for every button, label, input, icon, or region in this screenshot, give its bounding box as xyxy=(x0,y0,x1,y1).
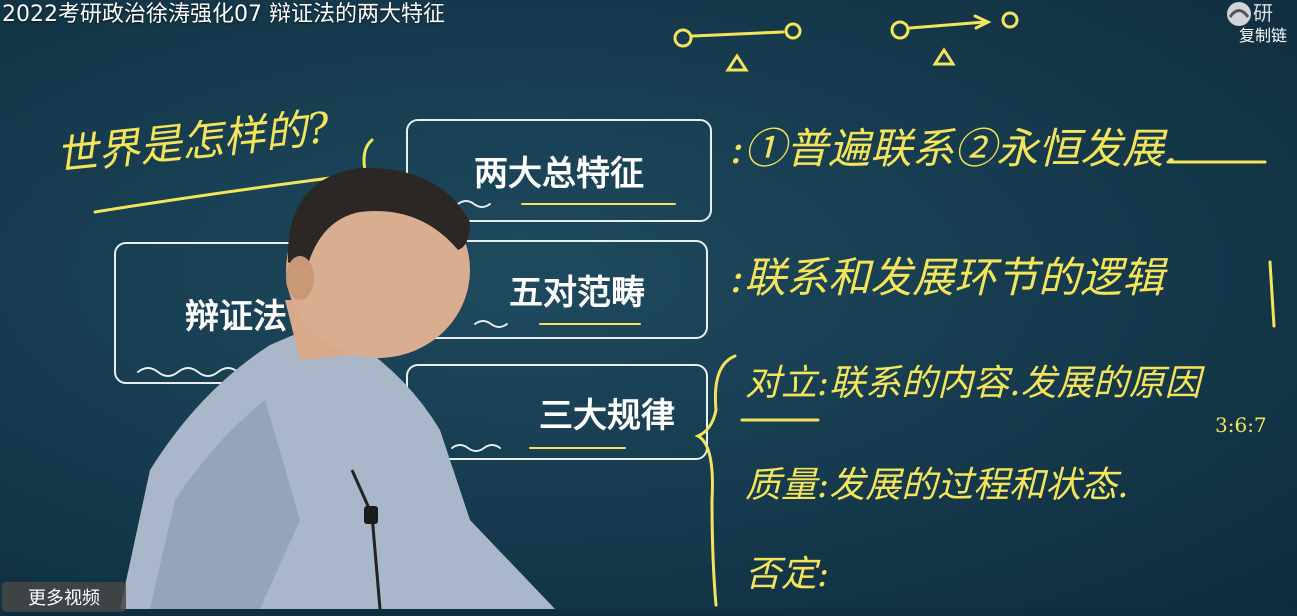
video-frame: 辩证法 两大总特征 五对范畴 三大规律 世界是怎样的? :①普遍联系②永恒发展.… xyxy=(0,0,1297,612)
lecturer-microphone xyxy=(364,506,378,524)
lecturer-ear xyxy=(286,256,314,300)
channel-brand: 研 xyxy=(1253,1,1273,25)
video-title: 2022考研政治徐涛强化07 辩证法的两大特征 xyxy=(2,2,445,27)
lecturer-figure xyxy=(120,167,555,609)
more-videos-button[interactable]: 更多视频 xyxy=(2,582,126,612)
copy-link-button[interactable]: 复制链 xyxy=(1239,24,1297,48)
